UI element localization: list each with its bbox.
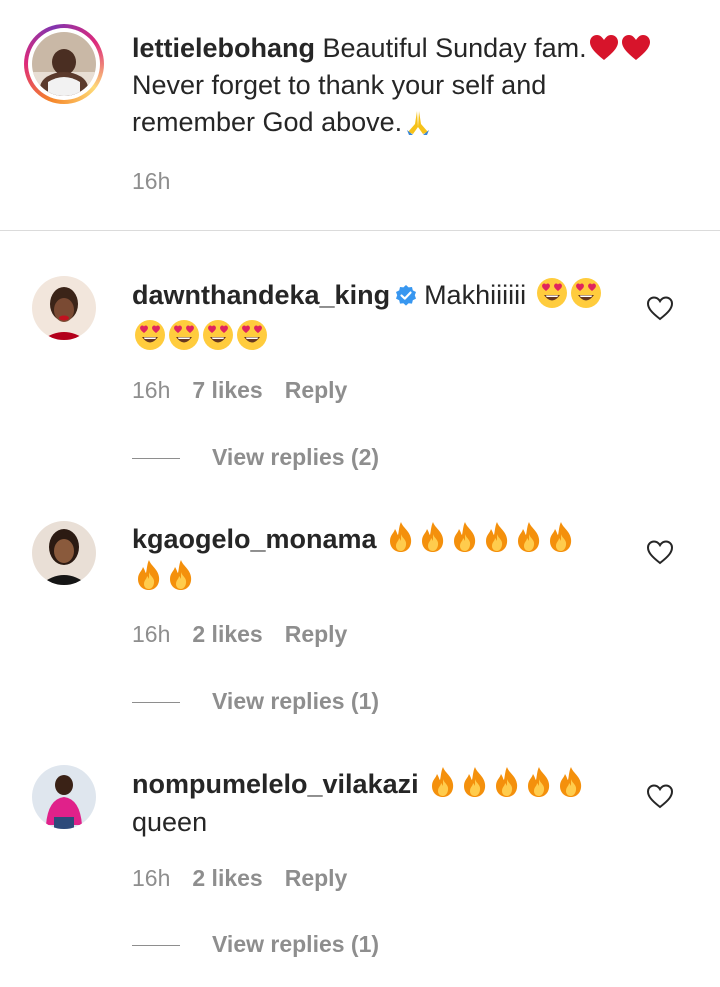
- replies-line: [132, 702, 180, 704]
- caption-line-1: Beautiful Sunday fam.: [315, 33, 587, 63]
- comment-body: Makhiiiiii: [424, 280, 527, 310]
- avatar[interactable]: [32, 765, 96, 829]
- fire-emoji: [546, 521, 576, 553]
- caption-timestamp: 16h: [132, 168, 171, 194]
- caption-username[interactable]: lettielebohang: [132, 33, 315, 63]
- avatar[interactable]: [32, 521, 96, 585]
- story-ring[interactable]: [24, 24, 104, 104]
- view-replies-label: View replies (1): [212, 688, 380, 714]
- comment-timestamp: 16h: [132, 865, 171, 891]
- like-heart-icon[interactable]: [646, 539, 674, 565]
- comment-body: queen: [132, 807, 208, 837]
- fire-emoji: [428, 766, 458, 798]
- heart-eyes-emoji: [202, 319, 234, 351]
- comment-meta: 16h 2 likes Reply: [132, 621, 369, 648]
- pray-emoji: [404, 108, 432, 136]
- heart-eyes-emoji: [168, 319, 200, 351]
- caption-text: lettielebohang Beautiful Sunday fam. Nev…: [132, 30, 692, 141]
- comment-timestamp: 16h: [132, 377, 171, 403]
- fire-emoji: [460, 766, 490, 798]
- red-heart-emoji: [621, 34, 651, 62]
- heart-eyes-emoji: [134, 319, 166, 351]
- fire-emoji: [514, 521, 544, 553]
- like-heart-icon[interactable]: [646, 783, 674, 809]
- view-replies-button[interactable]: View replies (1): [132, 931, 379, 958]
- comment-text: kgaogelo_monama: [132, 520, 602, 596]
- avatar[interactable]: [32, 276, 96, 340]
- fire-emoji: [450, 521, 480, 553]
- red-heart-emoji: [589, 34, 619, 62]
- fire-emoji: [524, 766, 554, 798]
- replies-line: [132, 458, 180, 460]
- caption-line-2: Never forget to thank your self and: [132, 70, 547, 100]
- reply-button[interactable]: Reply: [285, 865, 348, 891]
- likes-count[interactable]: 7 likes: [192, 377, 262, 403]
- comment-meta: 16h 7 likes Reply: [132, 377, 369, 404]
- reply-button[interactable]: Reply: [285, 621, 348, 647]
- fire-emoji: [482, 521, 512, 553]
- heart-eyes-emoji: [536, 277, 568, 309]
- fire-emoji: [556, 766, 586, 798]
- heart-eyes-emoji: [570, 277, 602, 309]
- verified-badge-icon: [394, 280, 418, 318]
- like-heart-icon[interactable]: [646, 295, 674, 321]
- view-replies-button[interactable]: View replies (2): [132, 444, 379, 471]
- caption-line-3: remember God above.: [132, 107, 403, 137]
- fire-emoji: [492, 766, 522, 798]
- likes-count[interactable]: 2 likes: [192, 865, 262, 891]
- fire-emoji: [134, 559, 164, 591]
- reply-button[interactable]: Reply: [285, 377, 348, 403]
- comment-text: nompumelelo_vilakazi queen: [132, 765, 602, 841]
- heart-eyes-emoji: [236, 319, 268, 351]
- view-replies-label: View replies (2): [212, 444, 380, 470]
- view-replies-label: View replies (1): [212, 931, 380, 957]
- fire-emoji: [386, 521, 416, 553]
- divider: [0, 230, 720, 231]
- fire-emoji: [418, 521, 448, 553]
- comment-text: dawnthandeka_king Makhiiiiii: [132, 276, 602, 356]
- likes-count[interactable]: 2 likes: [192, 621, 262, 647]
- comment-username[interactable]: dawnthandeka_king: [132, 280, 390, 310]
- fire-emoji: [166, 559, 196, 591]
- comment-timestamp: 16h: [132, 621, 171, 647]
- comment-meta: 16h 2 likes Reply: [132, 865, 369, 892]
- avatar[interactable]: [32, 32, 96, 96]
- view-replies-button[interactable]: View replies (1): [132, 688, 379, 715]
- replies-line: [132, 945, 180, 947]
- emoji-group: [426, 766, 586, 799]
- comment-username[interactable]: kgaogelo_monama: [132, 524, 377, 554]
- comment-username[interactable]: nompumelelo_vilakazi: [132, 769, 419, 799]
- post-caption: lettielebohang Beautiful Sunday fam. Nev…: [0, 0, 720, 230]
